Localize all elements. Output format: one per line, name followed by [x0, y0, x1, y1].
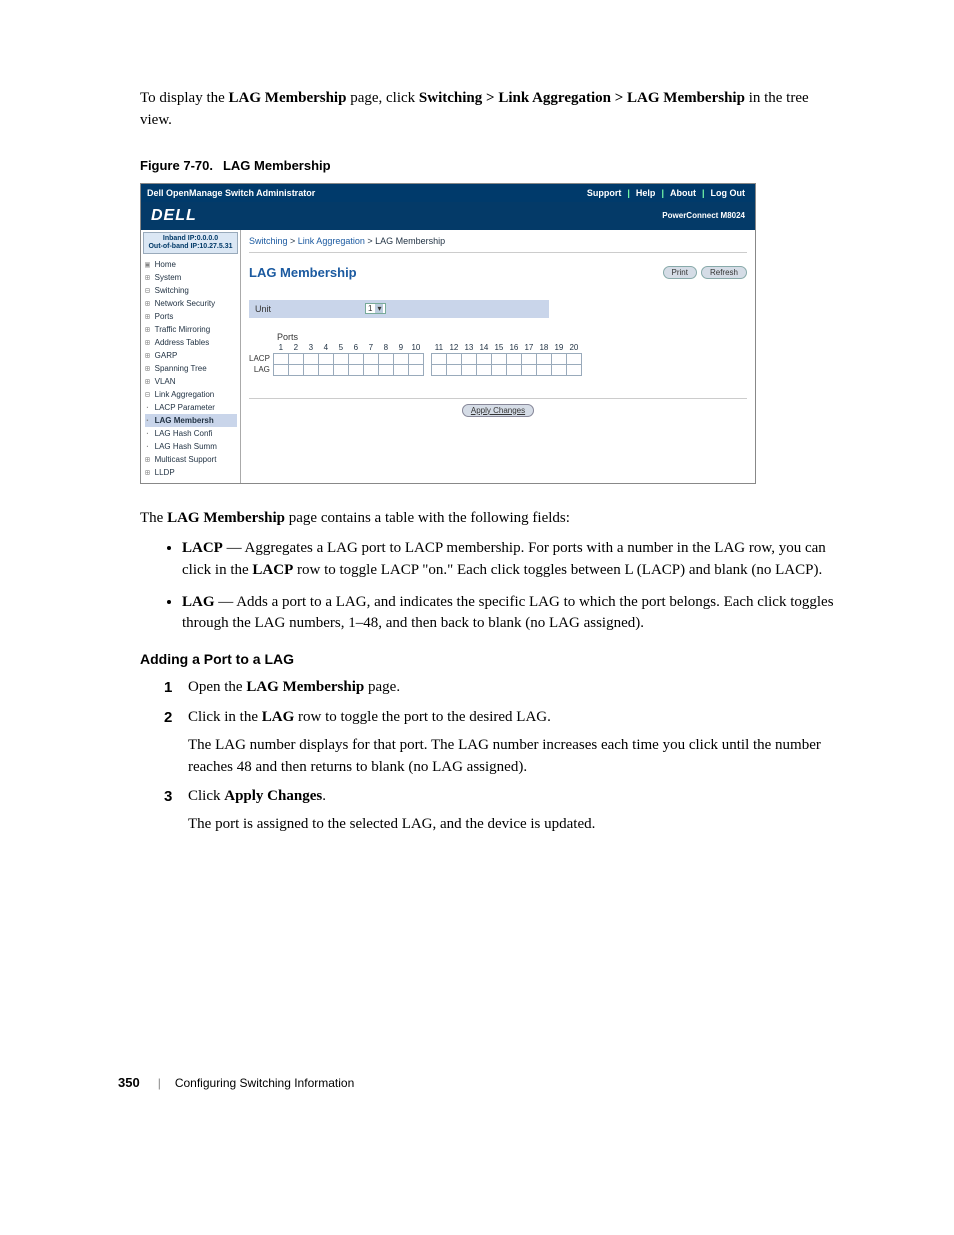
- logout-link[interactable]: Log Out: [711, 188, 746, 198]
- port-cell[interactable]: [431, 353, 446, 364]
- port-cell[interactable]: [408, 364, 423, 375]
- tree-item[interactable]: · LAG Membersh: [145, 414, 237, 427]
- model-label: PowerConnect M8024: [662, 211, 745, 220]
- tree-item[interactable]: ⊟ Switching: [145, 284, 237, 297]
- ports-grid: 1234567891011121314151617181920LACPLAG: [249, 343, 747, 376]
- figure-caption: Figure 7-70.LAG Membership: [140, 158, 844, 173]
- port-cell[interactable]: [348, 353, 363, 364]
- step-item: 2Click in the LAG row to toggle the port…: [164, 707, 844, 778]
- ip-box: Inband IP:0.0.0.0 Out-of-band IP:10.27.5…: [143, 232, 238, 255]
- port-cell[interactable]: [363, 353, 378, 364]
- tree-item[interactable]: ⊞ VLAN: [145, 375, 237, 388]
- page-number: 350: [118, 1075, 140, 1090]
- unit-select[interactable]: 1▾: [365, 303, 386, 314]
- port-cell[interactable]: [461, 364, 476, 375]
- port-cell[interactable]: [566, 364, 581, 375]
- app-title: Dell OpenManage Switch Administrator: [147, 188, 583, 198]
- port-cell[interactable]: [273, 364, 288, 375]
- port-cell[interactable]: [431, 364, 446, 375]
- port-cell[interactable]: [318, 353, 333, 364]
- bullet-item: LAG — Adds a port to a LAG, and indicate…: [182, 592, 844, 636]
- tree-item[interactable]: ⊞ LLDP: [145, 466, 237, 479]
- lead-paragraph: The LAG Membership page contains a table…: [140, 508, 844, 530]
- lacp-row-label: LACP: [249, 353, 273, 364]
- port-cell[interactable]: [506, 364, 521, 375]
- port-cell[interactable]: [288, 353, 303, 364]
- tree-item[interactable]: · LACP Parameter: [145, 401, 237, 414]
- port-cell[interactable]: [536, 353, 551, 364]
- port-cell[interactable]: [476, 364, 491, 375]
- tree-item[interactable]: · LAG Hash Confi: [145, 427, 237, 440]
- help-link[interactable]: Help: [636, 188, 656, 198]
- unit-bar: Unit 1▾: [249, 300, 549, 318]
- port-cell[interactable]: [521, 364, 536, 375]
- port-cell[interactable]: [378, 353, 393, 364]
- port-cell[interactable]: [491, 353, 506, 364]
- apply-changes-button[interactable]: Apply Changes: [462, 404, 534, 417]
- tree-item[interactable]: ⊞ Ports: [145, 310, 237, 323]
- port-cell[interactable]: [363, 364, 378, 375]
- chevron-down-icon: ▾: [375, 304, 383, 313]
- tree-item[interactable]: ⊞ Address Tables: [145, 336, 237, 349]
- port-cell[interactable]: [551, 353, 566, 364]
- port-cell[interactable]: [566, 353, 581, 364]
- port-cell[interactable]: [273, 353, 288, 364]
- nav-tree[interactable]: ▣ Home⊞ System⊟ Switching ⊞ Network Secu…: [141, 256, 240, 483]
- port-cell[interactable]: [393, 353, 408, 364]
- support-link[interactable]: Support: [587, 188, 622, 198]
- tree-item[interactable]: ▣ Home: [145, 258, 237, 271]
- app-topbar: Dell OpenManage Switch Administrator Sup…: [141, 184, 755, 202]
- intro-paragraph: To display the LAG Membership page, clic…: [140, 88, 844, 132]
- port-cell[interactable]: [303, 353, 318, 364]
- port-cell[interactable]: [408, 353, 423, 364]
- tree-item[interactable]: ⊟ Link Aggregation: [145, 388, 237, 401]
- breadcrumb: Switching > Link Aggregation > LAG Membe…: [249, 234, 747, 253]
- tree-item[interactable]: ⊞ Spanning Tree: [145, 362, 237, 375]
- port-cell[interactable]: [318, 364, 333, 375]
- lag-row-label: LAG: [249, 364, 273, 375]
- tree-item[interactable]: ⊞ Multicast Support: [145, 453, 237, 466]
- port-cell[interactable]: [333, 353, 348, 364]
- figure-screenshot: Dell OpenManage Switch Administrator Sup…: [140, 183, 756, 485]
- tree-item[interactable]: ⊞ Traffic Mirroring: [145, 323, 237, 336]
- dell-logo: DELL: [151, 207, 197, 225]
- port-cell[interactable]: [446, 364, 461, 375]
- refresh-button[interactable]: Refresh: [701, 266, 747, 279]
- ports-label: Ports: [277, 332, 747, 342]
- port-cell[interactable]: [446, 353, 461, 364]
- footer-section: Configuring Switching Information: [175, 1076, 354, 1090]
- step-item: 3Click Apply Changes.The port is assigne…: [164, 786, 844, 836]
- bullet-item: LACP — Aggregates a LAG port to LACP mem…: [182, 538, 844, 582]
- port-cell[interactable]: [506, 353, 521, 364]
- tree-item[interactable]: ⊞ Network Security: [145, 297, 237, 310]
- tree-item[interactable]: ⊞ GARP: [145, 349, 237, 362]
- brand-row: DELL PowerConnect M8024: [141, 202, 755, 230]
- port-cell[interactable]: [303, 364, 318, 375]
- port-cell[interactable]: [551, 364, 566, 375]
- step-item: 1Open the LAG Membership page.: [164, 677, 844, 699]
- section-heading: Adding a Port to a LAG: [140, 649, 844, 669]
- tree-item[interactable]: · LAG Hash Summ: [145, 440, 237, 453]
- port-cell[interactable]: [521, 353, 536, 364]
- port-cell[interactable]: [393, 364, 408, 375]
- print-button[interactable]: Print: [663, 266, 697, 279]
- page-title: LAG Membership: [249, 265, 659, 280]
- nav-column: Inband IP:0.0.0.0 Out-of-band IP:10.27.5…: [141, 230, 241, 484]
- page-footer: 350 | Configuring Switching Information: [118, 1075, 354, 1090]
- unit-label: Unit: [255, 304, 365, 314]
- port-cell[interactable]: [461, 353, 476, 364]
- port-cell[interactable]: [333, 364, 348, 375]
- port-cell[interactable]: [491, 364, 506, 375]
- port-cell[interactable]: [536, 364, 551, 375]
- port-cell[interactable]: [378, 364, 393, 375]
- port-cell[interactable]: [348, 364, 363, 375]
- about-link[interactable]: About: [670, 188, 696, 198]
- port-cell[interactable]: [288, 364, 303, 375]
- port-cell[interactable]: [476, 353, 491, 364]
- tree-item[interactable]: ⊞ System: [145, 271, 237, 284]
